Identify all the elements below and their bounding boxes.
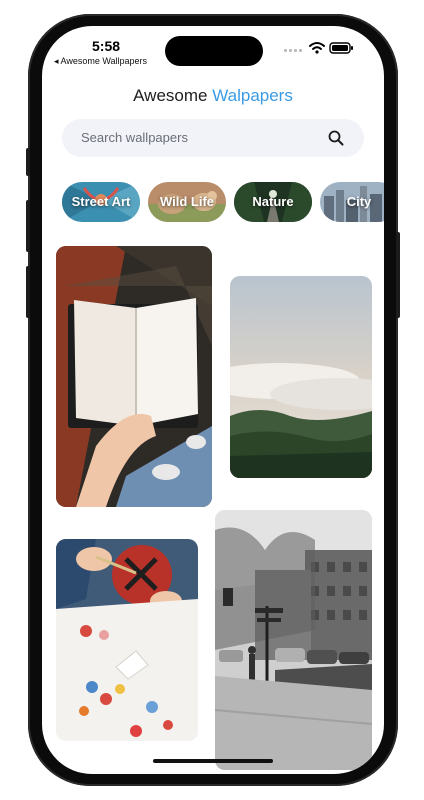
fog-forest-photo bbox=[230, 276, 372, 478]
app-screen: 5:58 ◂ Awesome Wallpapers Awesome Walpap… bbox=[42, 26, 384, 774]
mute-switch bbox=[26, 148, 30, 176]
wallpaper-tile-city-street[interactable] bbox=[215, 510, 372, 770]
title-accent: Walpapers bbox=[212, 86, 293, 105]
title-primary: Awesome bbox=[133, 86, 208, 105]
category-label: Wild Life bbox=[159, 194, 215, 209]
category-label: City bbox=[346, 194, 372, 209]
back-to-app-link[interactable]: ◂ Awesome Wallpapers bbox=[54, 56, 147, 67]
category-chip-street-art[interactable]: Street Art bbox=[62, 182, 140, 222]
category-chip-nature[interactable]: Nature bbox=[234, 182, 312, 222]
paint-photo bbox=[56, 539, 198, 741]
status-time: 5:58 bbox=[92, 38, 121, 54]
category-label: Nature bbox=[252, 194, 294, 209]
wifi-icon bbox=[309, 42, 325, 50]
volume-down-button bbox=[26, 266, 30, 318]
signal-icon bbox=[284, 49, 302, 52]
power-button bbox=[396, 232, 400, 318]
wifi-dot bbox=[315, 50, 319, 54]
category-chip-wild-life[interactable]: Wild Life bbox=[148, 182, 226, 222]
app-title: Awesome Walpapers bbox=[42, 86, 384, 106]
battery-icon bbox=[329, 42, 353, 54]
wallpaper-tile-notebook[interactable] bbox=[56, 246, 212, 507]
search-bar[interactable]: Search wallpapers bbox=[62, 119, 364, 157]
wallpaper-tile-fog-forest[interactable] bbox=[230, 276, 372, 478]
status-icons bbox=[284, 42, 353, 54]
category-chip-city[interactable]: City bbox=[320, 182, 384, 222]
city-street-photo bbox=[215, 510, 372, 770]
search-input[interactable]: Search wallpapers bbox=[81, 130, 188, 145]
category-list: Street Art Wild Life Nature City bbox=[62, 182, 384, 222]
category-label: Street Art bbox=[71, 194, 131, 209]
notebook-photo bbox=[56, 246, 212, 507]
home-indicator[interactable] bbox=[153, 759, 273, 763]
volume-up-button bbox=[26, 200, 30, 252]
dynamic-island bbox=[165, 36, 263, 66]
search-icon[interactable] bbox=[328, 130, 344, 146]
wallpaper-tile-paint[interactable] bbox=[56, 539, 198, 741]
